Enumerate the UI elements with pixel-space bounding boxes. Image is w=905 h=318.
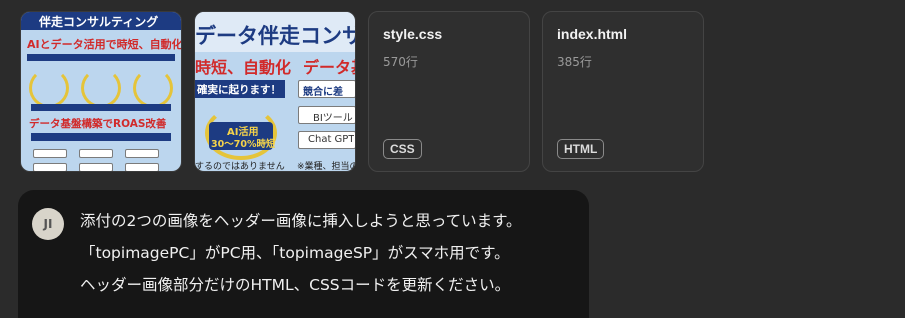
banner-button-6 bbox=[125, 163, 159, 171]
banner-footer-right: ※業種、担当の bbox=[297, 162, 356, 172]
file-type-badge: CSS bbox=[383, 139, 422, 159]
badge-ring-3 bbox=[133, 68, 173, 108]
banner-button-3 bbox=[125, 149, 159, 158]
banner-headline: AIとデータ活用で時短、自動化 bbox=[27, 38, 182, 51]
banner-title: データ伴走コンサル bbox=[195, 24, 355, 48]
badge-ring-1 bbox=[29, 68, 69, 108]
attachments-row: 伴走コンサルティング AIとデータ活用で時短、自動化 データ基盤構築でROAS改… bbox=[20, 11, 704, 172]
badge-line-2: 30〜70%時短 bbox=[211, 139, 276, 150]
file-name: index.html bbox=[557, 26, 628, 42]
attached-image-pc-thumbnail[interactable]: 伴走コンサルティング AIとデータ活用で時短、自動化 データ基盤構築でROAS改… bbox=[20, 11, 182, 172]
file-line-count: 385行 bbox=[557, 55, 592, 69]
banner-button-4 bbox=[33, 163, 67, 171]
banner-strip-2 bbox=[31, 104, 171, 111]
message-line-3: ヘッダー画像部分だけのHTML、CSSコードを更新ください。 bbox=[80, 276, 511, 294]
banner-subline: 確実に起ります！ bbox=[197, 84, 281, 96]
banner-title: 伴走コンサルティング bbox=[39, 15, 159, 29]
banner-button-2-label: Chat GPT bbox=[308, 134, 355, 145]
user-message-text: 添付の2つの画像をヘッダー画像に挿入しようと思っています。 「topimageP… bbox=[80, 205, 522, 308]
banner-footer: するのではありません bbox=[195, 162, 285, 172]
badge-ring-2 bbox=[81, 68, 121, 108]
attached-file-index-html[interactable]: index.html 385行 HTML bbox=[542, 11, 704, 172]
banner-button-1-label: BIツール bbox=[313, 113, 353, 124]
banner-strip-3 bbox=[31, 133, 171, 141]
banner-subline: データ基盤構築でROAS改善 bbox=[29, 118, 167, 130]
banner-button-5 bbox=[79, 163, 113, 171]
banner-subline-right: 競合に差 bbox=[303, 87, 343, 98]
attached-image-sp-thumbnail[interactable]: データ伴走コンサル 時短、自動化 データ基 確実に起ります！ 競合に差 AI活用… bbox=[194, 11, 356, 172]
banner-button-1 bbox=[33, 149, 67, 158]
file-name: style.css bbox=[383, 26, 443, 42]
attached-file-style-css[interactable]: style.css 570行 CSS bbox=[368, 11, 530, 172]
message-line-2: 「topimagePC」がPC用、「topimageSP」がスマホ用です。 bbox=[80, 244, 510, 262]
banner-button-2 bbox=[79, 149, 113, 158]
user-avatar: JI bbox=[32, 208, 64, 240]
banner-strip bbox=[27, 54, 175, 61]
file-type-badge: HTML bbox=[557, 139, 605, 159]
message-line-1: 添付の2つの画像をヘッダー画像に挿入しようと思っています。 bbox=[80, 212, 522, 230]
banner-headline-left: 時短、自動化 bbox=[195, 58, 292, 77]
user-message-bubble: JI 添付の2つの画像をヘッダー画像に挿入しようと思っています。 「topima… bbox=[18, 190, 589, 318]
file-line-count: 570行 bbox=[383, 55, 418, 69]
banner-headline-right: データ基 bbox=[303, 58, 355, 77]
